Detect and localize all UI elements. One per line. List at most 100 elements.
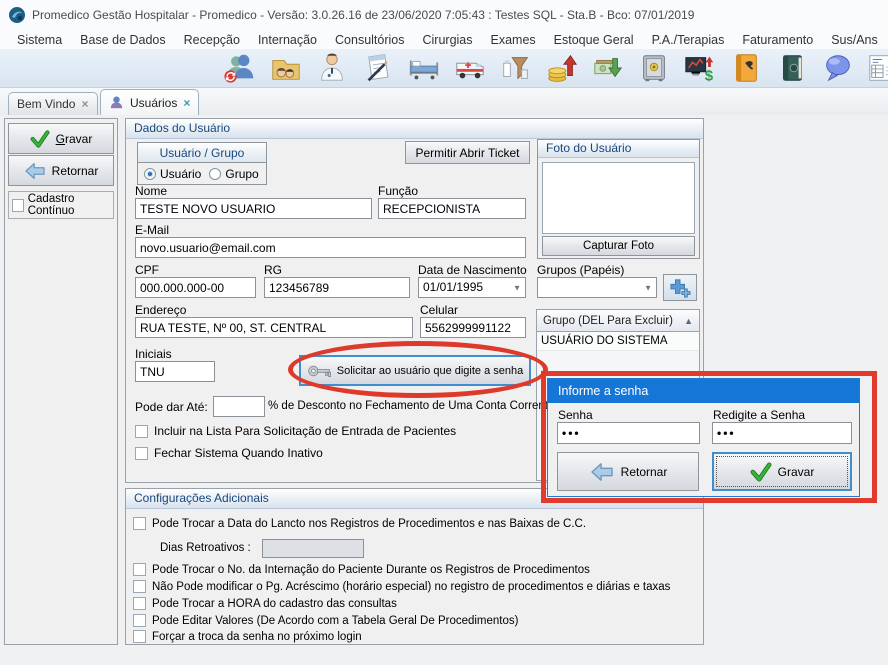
menu-sus-ans[interactable]: Sus/Ans bbox=[822, 33, 887, 47]
ledger-book-icon[interactable] bbox=[774, 51, 809, 86]
data-lancto-label: Pode Trocar a Data do Lancto nos Registr… bbox=[152, 518, 586, 530]
grupos-papeis-label: Grupos (Papéis) bbox=[537, 263, 624, 277]
financial-charts-icon[interactable]: $ bbox=[682, 51, 717, 86]
hospital-bed-icon[interactable] bbox=[406, 51, 441, 86]
pw-retornar-label: Retornar bbox=[621, 465, 668, 479]
capturar-foto-button[interactable]: Capturar Foto bbox=[542, 236, 695, 256]
radio-usuario[interactable] bbox=[144, 168, 156, 180]
retornar-label: Retornar bbox=[52, 164, 99, 178]
ambulance-icon[interactable] bbox=[452, 51, 487, 86]
no-internacao-checkbox[interactable] bbox=[133, 563, 146, 576]
cash-in-icon[interactable] bbox=[544, 51, 579, 86]
menu-base-de-dados[interactable]: Base de Dados bbox=[71, 33, 174, 47]
data-lancto-checkbox[interactable] bbox=[133, 517, 146, 530]
fechar-sistema-label: Fechar Sistema Quando Inativo bbox=[154, 446, 323, 460]
tab-usuarios-label: Usuários bbox=[130, 96, 177, 110]
solicitar-senha-label: Solicitar ao usuário que digite a senha bbox=[337, 365, 524, 377]
menu-bar: Sistema Base de Dados Recepção Internaçã… bbox=[0, 30, 888, 49]
cash-out-icon[interactable] bbox=[590, 51, 625, 86]
tab-bem-vindo-close-icon[interactable]: × bbox=[81, 97, 88, 111]
tab-bem-vindo-label: Bem Vindo bbox=[17, 97, 75, 111]
phone-directory-icon[interactable] bbox=[728, 51, 763, 86]
cpf-input[interactable] bbox=[135, 277, 256, 298]
menu-faturamento[interactable]: Faturamento bbox=[733, 33, 822, 47]
nascimento-combo[interactable]: 01/01/1995 ▼ bbox=[418, 277, 526, 298]
grupo-list-header[interactable]: Grupo (DEL Para Excluir) ▲ bbox=[536, 309, 700, 332]
fechar-sistema-checkbox[interactable] bbox=[135, 447, 148, 460]
action-sidebar: Gravar Retornar Cadastro Contínuo bbox=[4, 118, 118, 645]
foto-preview bbox=[542, 162, 695, 234]
chevron-down-icon[interactable]: ▼ bbox=[644, 283, 652, 292]
rg-label: RG bbox=[264, 263, 282, 277]
email-input[interactable] bbox=[135, 237, 526, 258]
capturar-foto-label: Capturar Foto bbox=[583, 240, 654, 252]
editar-valores-checkbox[interactable] bbox=[133, 614, 146, 627]
dias-retroativos-label: Dias Retroativos : bbox=[160, 542, 251, 554]
celular-input[interactable] bbox=[420, 317, 526, 338]
permitir-abrir-ticket-button[interactable]: Permitir Abrir Ticket bbox=[405, 141, 530, 164]
tab-usuarios[interactable]: Usuários × bbox=[100, 89, 199, 115]
title-bar: Promedico Gestão Hospitalar - Promedico … bbox=[0, 0, 888, 30]
grupo-list-item[interactable]: USUÁRIO DO SISTEMA bbox=[537, 332, 699, 351]
no-internacao-label: Pode Trocar o No. da Internação do Pacie… bbox=[152, 564, 590, 576]
usuario-grupo-box-title: Usuário / Grupo bbox=[137, 142, 267, 163]
config-row-no-internacao: Pode Trocar o No. da Internação do Pacie… bbox=[133, 563, 590, 576]
prescription-icon[interactable] bbox=[360, 51, 395, 86]
iniciais-input[interactable] bbox=[135, 361, 215, 382]
menu-cirurgias[interactable]: Cirurgias bbox=[414, 33, 482, 47]
user-icon bbox=[109, 95, 124, 110]
pg-acrescimo-checkbox[interactable] bbox=[133, 580, 146, 593]
pw-gravar-button[interactable]: Gravar bbox=[712, 452, 852, 491]
tab-bem-vindo[interactable]: Bem Vindo × bbox=[8, 92, 98, 115]
safe-vault-icon[interactable] bbox=[636, 51, 671, 86]
fechar-sistema-row: Fechar Sistema Quando Inativo bbox=[135, 446, 323, 460]
config-row-pg-acrescimo: Não Pode modificar o Pg. Acréscimo (horá… bbox=[133, 580, 670, 593]
staff-records-icon[interactable] bbox=[268, 51, 303, 86]
permitir-abrir-ticket-label: Permitir Abrir Ticket bbox=[415, 146, 519, 160]
desconto-input[interactable] bbox=[213, 396, 265, 417]
radio-grupo-label: Grupo bbox=[225, 167, 258, 181]
report-form-icon[interactable] bbox=[866, 51, 888, 86]
users-sync-icon[interactable] bbox=[222, 51, 257, 86]
menu-internacao[interactable]: Internação bbox=[249, 33, 326, 47]
menu-pa-terapias[interactable]: P.A./Terapias bbox=[643, 33, 734, 47]
pharmacy-supplies-icon[interactable] bbox=[498, 51, 533, 86]
dias-retroativos-input[interactable] bbox=[262, 539, 364, 558]
radio-grupo[interactable] bbox=[209, 168, 221, 180]
solicitar-senha-button[interactable]: Solicitar ao usuário que digite a senha bbox=[299, 355, 531, 386]
redigite-senha-input[interactable] bbox=[712, 422, 852, 444]
tab-usuarios-close-icon[interactable]: × bbox=[183, 96, 190, 110]
dados-usuario-header: Dados do Usuário bbox=[126, 119, 703, 139]
menu-estoque-geral[interactable]: Estoque Geral bbox=[545, 33, 643, 47]
funcao-input[interactable] bbox=[378, 198, 526, 219]
grupos-papeis-combo[interactable]: ▼ bbox=[537, 277, 657, 298]
pw-retornar-button[interactable]: Retornar bbox=[557, 452, 699, 491]
endereco-input[interactable] bbox=[135, 317, 413, 338]
menu-exames[interactable]: Exames bbox=[482, 33, 545, 47]
senha-input[interactable] bbox=[557, 422, 700, 444]
sort-asc-icon[interactable]: ▲ bbox=[684, 316, 693, 326]
menu-sistema[interactable]: Sistema bbox=[8, 33, 71, 47]
menu-consultorios[interactable]: Consultórios bbox=[326, 33, 413, 47]
redigite-senha-label: Redigite a Senha bbox=[713, 408, 805, 422]
app-window: Promedico Gestão Hospitalar - Promedico … bbox=[0, 0, 888, 665]
add-plus-icon bbox=[669, 278, 691, 298]
cadastro-continuo-checkbox[interactable] bbox=[12, 199, 24, 212]
menu-recepcao[interactable]: Recepção bbox=[175, 33, 249, 47]
add-grupo-button[interactable] bbox=[663, 274, 697, 301]
incluir-lista-checkbox[interactable] bbox=[135, 425, 148, 438]
doctor-icon[interactable] bbox=[314, 51, 349, 86]
hora-cadastro-checkbox[interactable] bbox=[133, 597, 146, 610]
email-label: E-Mail bbox=[135, 223, 169, 237]
forcar-troca-senha-checkbox[interactable] bbox=[133, 630, 146, 643]
rg-input[interactable] bbox=[264, 277, 410, 298]
chat-icon[interactable] bbox=[820, 51, 855, 86]
config-row-editar-valores: Pode Editar Valores (De Acordo com a Tab… bbox=[133, 614, 518, 627]
config-row-data-lancto: Pode Trocar a Data do Lancto nos Registr… bbox=[133, 517, 586, 530]
desconto-prefix-label: Pode dar Até: bbox=[135, 400, 208, 414]
chevron-down-icon[interactable]: ▼ bbox=[513, 279, 521, 296]
gravar-button[interactable]: Gravar bbox=[8, 123, 114, 154]
nome-input[interactable] bbox=[135, 198, 372, 219]
informe-senha-dialog: Informe a senha Senha Redigite a Senha R… bbox=[547, 378, 860, 497]
retornar-button[interactable]: Retornar bbox=[8, 155, 114, 186]
